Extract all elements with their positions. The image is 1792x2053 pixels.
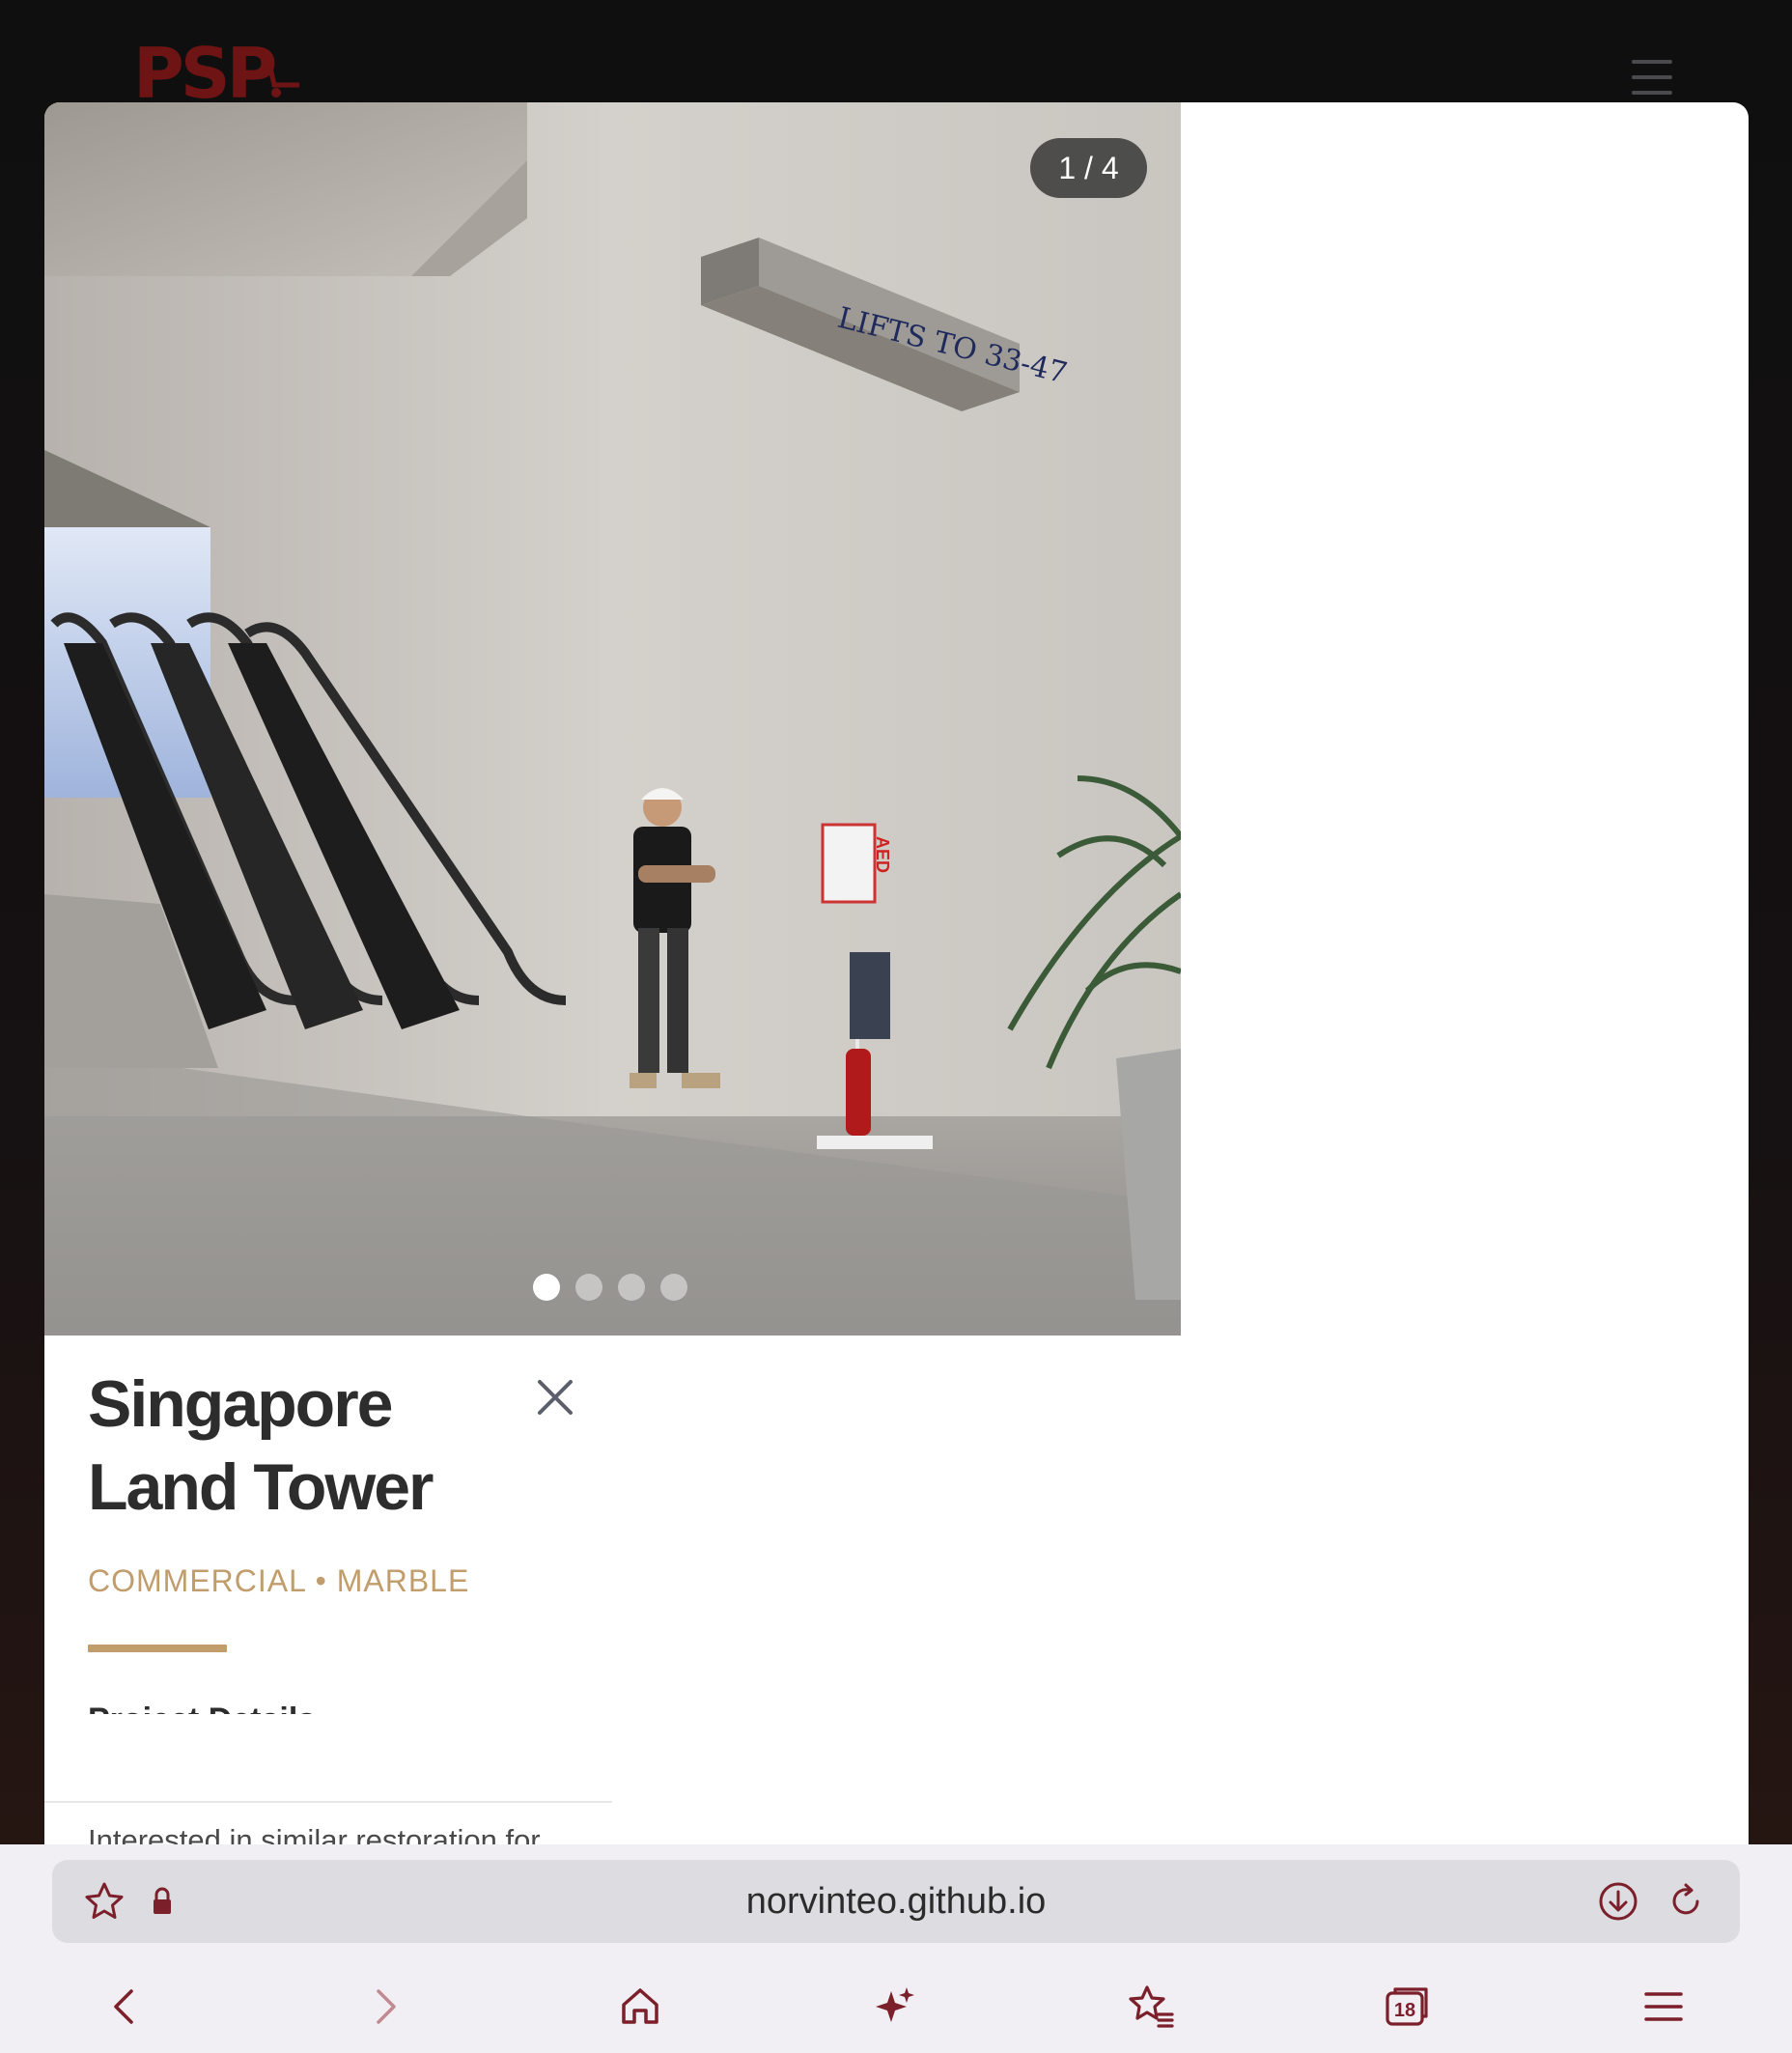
project-tags: COMMERCIAL • MARBLE — [88, 1563, 470, 1598]
project-details-panel: Singapore Land Tower COMMERCIAL • MARBLE… — [44, 1336, 612, 1850]
tab-count: 18 — [1394, 2000, 1415, 2021]
site-header: PSP — [0, 0, 1792, 108]
site-logo[interactable]: PSP — [133, 39, 277, 108]
browser-toolbar: norvinteo.github.io 18 — [0, 1844, 1792, 2053]
address-bar[interactable]: norvinteo.github.io — [52, 1860, 1740, 1943]
cta-footer: Interested in similar restoration for yo… — [44, 1801, 612, 1850]
gallery-dot-1[interactable] — [533, 1274, 560, 1301]
bookmarks-icon[interactable] — [1126, 1982, 1176, 2032]
gallery-dot-4[interactable] — [660, 1274, 687, 1301]
section-heading-project-details: Project Details — [88, 1691, 316, 1714]
project-title: Singapore Land Tower — [88, 1367, 434, 1524]
menu-icon[interactable] — [1638, 1982, 1689, 2032]
reload-icon[interactable] — [1665, 1880, 1707, 1923]
home-icon[interactable] — [615, 1982, 665, 2032]
back-icon[interactable] — [100, 1982, 151, 2032]
accent-divider — [88, 1645, 227, 1652]
logo-mark-icon — [261, 46, 311, 100]
gallery-pagination — [533, 1274, 687, 1301]
image-gallery[interactable]: LIFTS TO 33-47 AED 1 / 4 — [44, 102, 1181, 1336]
forward-icon[interactable] — [359, 1982, 409, 2032]
gallery-dot-2[interactable] — [575, 1274, 602, 1301]
aed-label: AED — [873, 836, 892, 873]
tabs-icon[interactable]: 18 — [1382, 1982, 1432, 2032]
project-photo: LIFTS TO 33-47 AED — [44, 102, 1181, 1336]
hamburger-icon[interactable] — [1632, 60, 1672, 97]
bottom-nav: 18 — [0, 1960, 1792, 2053]
close-icon[interactable] — [530, 1372, 580, 1422]
image-counter: 1 / 4 — [1030, 138, 1147, 198]
download-icon[interactable] — [1597, 1880, 1639, 1923]
project-modal: LIFTS TO 33-47 AED 1 / 4 Singapore Land … — [44, 102, 1749, 1850]
url-text[interactable]: norvinteo.github.io — [52, 1860, 1740, 1943]
gallery-dot-3[interactable] — [618, 1274, 645, 1301]
sparkle-icon[interactable] — [870, 1982, 920, 2032]
